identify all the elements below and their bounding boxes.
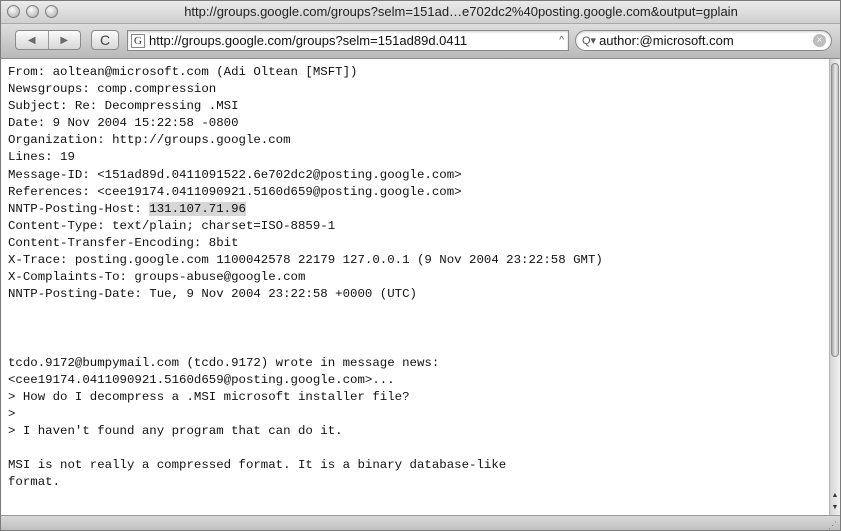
message-text: From: aoltean@microsoft.com (Adi Oltean … <box>1 59 829 491</box>
back-arrow-icon: ◀ <box>27 34 36 46</box>
address-input[interactable]: http://groups.google.com/groups?selm=151… <box>149 33 559 48</box>
window-title: http://groups.google.com/groups?selm=151… <box>184 4 738 19</box>
body-line: format. <box>8 475 61 490</box>
nntp-host-label: NNTP-Posting-Host: <box>8 201 150 216</box>
forward-arrow-icon: ▶ <box>60 34 69 46</box>
header-nntp-posting-date: NNTP-Posting-Date: Tue, 9 Nov 2004 23:22… <box>8 287 417 302</box>
header-nntp-posting-host: NNTP-Posting-Host: 131.107.71.96 <box>8 201 829 218</box>
browser-toolbar: ◀ ▶ C G http://groups.google.com/groups?… <box>1 24 840 59</box>
page-content: From: aoltean@microsoft.com (Adi Oltean … <box>1 59 829 515</box>
body-line: tcdo.9172@bumpymail.com (tcdo.9172) wrot… <box>8 355 440 370</box>
vertical-scrollbar[interactable]: ▲ ▼ <box>829 59 840 515</box>
title-bar[interactable]: http://groups.google.com/groups?selm=151… <box>1 1 840 24</box>
header-organization: Organization: http://groups.google.com <box>8 133 291 148</box>
back-forward-control: ◀ ▶ <box>15 30 81 50</box>
back-button[interactable]: ◀ <box>16 31 48 49</box>
search-input[interactable]: author:@microsoft.com <box>599 33 813 48</box>
body-line <box>8 303 829 320</box>
header-x-trace: X-Trace: posting.google.com 1100042578 2… <box>8 253 603 268</box>
body-line: <cee19174.0411090921.5160d659@posting.go… <box>8 372 395 387</box>
snapback-icon[interactable]: ^ <box>559 35 564 46</box>
header-date: Date: 9 Nov 2004 15:22:58 -0800 <box>8 116 239 131</box>
forward-button[interactable]: ▶ <box>47 31 81 49</box>
header-lines: Lines: 19 <box>8 150 75 165</box>
zoom-window-button[interactable] <box>45 5 58 18</box>
google-favicon-icon: G <box>131 33 145 48</box>
body-line: > <box>8 406 16 421</box>
body-line: > I haven't found any program that can d… <box>8 423 343 438</box>
search-icon[interactable]: Q▾ <box>582 34 596 47</box>
header-transfer-encoding: Content-Transfer-Encoding: 8bit <box>8 235 239 250</box>
header-from: From: aoltean@microsoft.com (Adi Oltean … <box>8 65 358 79</box>
header-subject: Subject: Re: Decompressing .MSI <box>8 99 239 114</box>
header-content-type: Content-Type: text/plain; charset=ISO-88… <box>8 218 336 233</box>
reload-button[interactable]: C <box>91 30 119 50</box>
minimize-window-button[interactable] <box>26 5 39 18</box>
address-bar[interactable]: G http://groups.google.com/groups?selm=1… <box>127 30 569 51</box>
status-bar: ⋰ <box>1 515 840 530</box>
search-field[interactable]: Q▾ author:@microsoft.com × <box>575 30 832 51</box>
header-x-complaints-to: X-Complaints-To: groups-abuse@google.com <box>8 270 306 285</box>
scroll-down-arrow-icon[interactable]: ▼ <box>831 502 839 513</box>
nntp-host-ip-highlighted: 131.107.71.96 <box>149 201 246 216</box>
scrollbar-thumb[interactable] <box>831 63 839 357</box>
body-line <box>8 440 829 457</box>
header-newsgroups: Newsgroups: comp.compression <box>8 82 217 97</box>
browser-window: http://groups.google.com/groups?selm=151… <box>0 0 841 531</box>
body-line <box>8 320 829 337</box>
header-message-id: Message-ID: <151ad89d.0411091522.6e702dc… <box>8 167 462 182</box>
scroll-up-arrow-icon[interactable]: ▲ <box>831 490 839 501</box>
body-line <box>8 338 829 355</box>
resize-grip-icon[interactable]: ⋰ <box>828 520 838 530</box>
close-window-button[interactable] <box>7 5 20 18</box>
reload-icon: C <box>99 32 111 48</box>
body-line: MSI is not really a compressed format. I… <box>8 458 507 473</box>
clear-search-icon[interactable]: × <box>813 34 826 47</box>
header-references: References: <cee19174.0411090921.5160d65… <box>8 184 462 199</box>
body-line: > How do I decompress a .MSI microsoft i… <box>8 389 410 404</box>
